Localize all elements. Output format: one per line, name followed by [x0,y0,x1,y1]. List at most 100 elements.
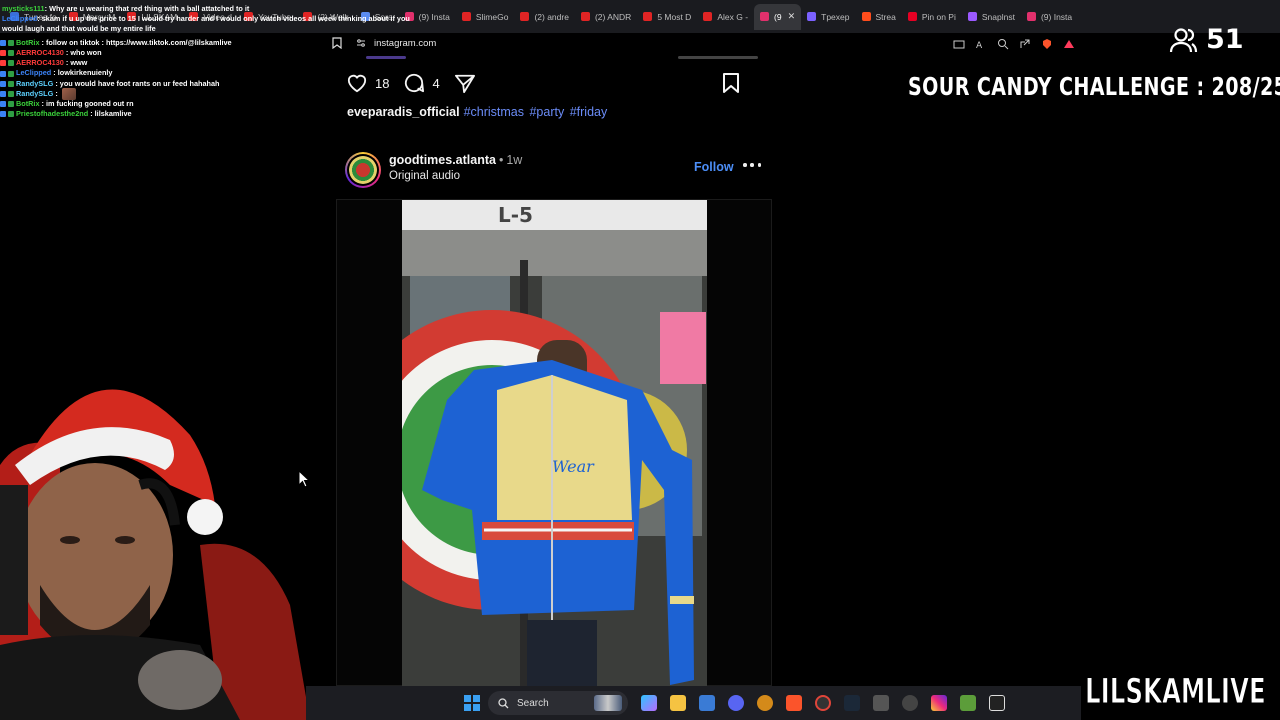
chat-username[interactable]: RandySLG [16,89,53,99]
browser-tab[interactable]: Strea [856,4,902,30]
brave-shield-icon[interactable] [1041,37,1053,49]
browser-tab[interactable]: (9) Insta [1021,4,1078,30]
browser-tab[interactable]: 5 Most D [637,4,697,30]
search-icon [498,697,509,708]
windows-start-icon[interactable] [464,695,480,711]
browser-tab[interactable]: Alex G - [697,4,754,30]
chat-text: : who won [65,48,102,58]
chat-username[interactable]: BotRix [16,38,40,48]
translate-icon[interactable]: A [975,37,987,51]
chat-text: : skam if u up the price to 15 I would t… [2,14,410,33]
chat-badge-icon [8,70,14,77]
like-button[interactable]: 18 [346,73,389,93]
chat-username[interactable]: AERROC4130 [16,58,64,68]
hashtag[interactable]: #party [529,105,564,119]
tab-favicon-icon [703,12,713,21]
tab-favicon-icon [807,12,817,21]
hashtag[interactable]: #friday [570,105,608,119]
share-button[interactable] [454,73,483,93]
discord-icon[interactable] [728,695,744,711]
chat-text: : lilskamlive [90,109,132,119]
tab-favicon-icon [461,12,471,21]
tab-label: (9) Insta [1040,11,1073,22]
tab-favicon-icon [967,12,977,21]
close-tab-icon[interactable]: ✕ [788,11,796,22]
browser-tab[interactable]: Pin on Pi [902,4,962,30]
search-label: Search [517,697,549,709]
browser-tab[interactable]: (2) ANDR [575,4,637,30]
chat-badge-icon [8,50,14,57]
copilot-icon[interactable] [641,695,657,711]
challenge-overlay: SOUR CANDY CHALLENGE : 208/250 [908,72,1280,101]
video-downloader-icon[interactable] [902,695,918,711]
tab-favicon-icon [643,12,653,21]
share-icon[interactable] [1019,37,1031,49]
chat-badge-icon [0,101,6,108]
save-button[interactable] [721,72,748,94]
chat-username[interactable]: LeClipped [16,68,51,78]
chat-text: : you would have foot rants on ur feed h… [55,78,220,88]
author-handle[interactable]: goodtimes.atlanta [389,153,496,167]
browser-tab[interactable]: SlimeGo [456,4,515,30]
taskbar-search[interactable]: Search [488,691,628,715]
cast-icon[interactable] [953,37,965,49]
store-icon[interactable] [699,695,715,711]
caption-username[interactable]: eveparadis_official [347,105,460,119]
post-author[interactable]: goodtimes.atlanta • 1w [389,153,522,167]
comment-button[interactable]: 4 [403,73,440,93]
avatar[interactable] [345,152,381,188]
audio-label[interactable]: Original audio [389,170,460,182]
webcam-feed [0,345,320,720]
post-header: goodtimes.atlanta • 1w Original audio Foll… [345,152,765,188]
windows-taskbar: Search [306,686,1081,720]
chat-badge-icon [0,40,6,47]
instagram-icon[interactable] [931,695,947,711]
svg-text:A: A [976,41,983,50]
follow-button[interactable]: Follow [694,160,734,174]
chat-username[interactable]: RandySLG [16,79,53,89]
zoom-icon[interactable] [997,37,1009,50]
chat-username[interactable]: BotRix [16,99,40,109]
brave-rewards-icon[interactable] [1063,37,1075,49]
search-highlight-image [594,695,622,711]
browser-tab[interactable]: (9 ✕ [754,3,802,30]
keyboard-app-icon[interactable] [873,695,889,711]
chat-badge-icon [0,91,6,98]
hashtag[interactable]: #christmas [464,105,524,119]
firefox-icon[interactable] [757,695,773,711]
steam-icon[interactable] [844,695,860,711]
comment-icon [405,73,425,93]
capcut-icon[interactable] [989,695,1005,711]
tab-label: (2) andre [534,11,569,22]
chat-username[interactable]: Priestofhadesthe2nd [16,109,88,119]
minecraft-icon[interactable] [960,695,976,711]
instagram-feed: 18 4 eveparadis_official #christmas #part… [336,56,772,687]
browser-tab[interactable]: Tpexep [801,4,855,30]
video-player[interactable]: L-5 Wear [402,200,707,687]
brave-browser-icon[interactable] [786,695,802,711]
tab-label: Snaplnst [981,11,1015,22]
chat-username[interactable]: AERROC4130 [16,48,64,58]
browser-tab[interactable]: Snaplnst [962,4,1021,30]
chat-text: : Why are u wearing that red thing with … [44,4,250,13]
chat-badge-icon [0,50,6,57]
viewer-count: 51 [1206,24,1244,55]
tab-label: (9 [774,11,782,22]
chat-text: : [55,88,58,98]
browser-tab[interactable]: (2) andre [514,4,575,30]
tab-favicon-icon [1026,12,1036,21]
separator-dot: • [498,153,504,167]
more-options-icon[interactable] [743,158,761,172]
file-explorer-icon[interactable] [670,695,686,711]
post-media[interactable]: L-5 Wear [336,199,772,687]
address-bar[interactable]: instagram.com A [330,33,1075,53]
heart-icon [347,74,367,93]
tab-label: Tpexep [821,11,850,22]
like-count: 18 [375,75,390,91]
chat-text: : follow on tiktok : https://www.tiktok.… [41,37,232,47]
chrome-icon[interactable] [815,695,831,711]
streamer-webcam [0,345,320,720]
tab-label: Alex G - [717,11,749,22]
post-actions: 18 4 [346,72,762,94]
tab-label: Strea [875,11,896,22]
